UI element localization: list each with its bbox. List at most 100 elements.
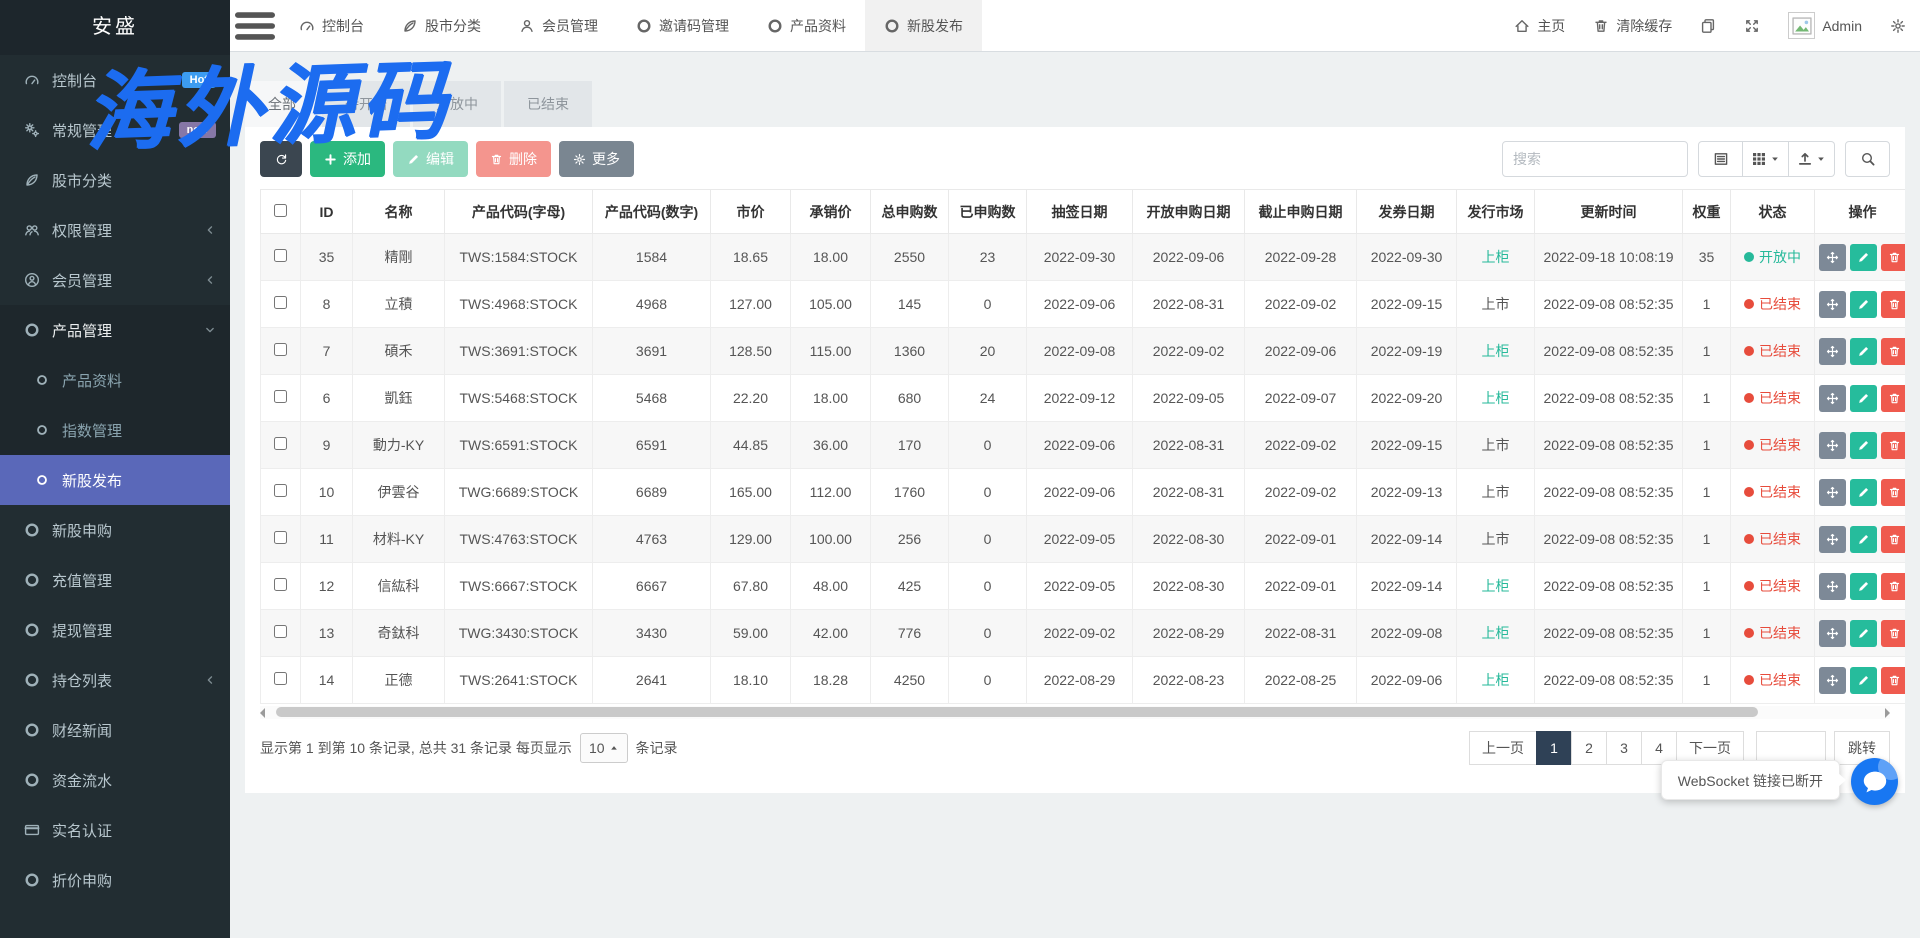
scroll-right-arrow[interactable] <box>1885 708 1890 718</box>
search-input[interactable] <box>1502 141 1688 177</box>
sidebar-item-fund-flow[interactable]: 资金流水 <box>0 755 230 805</box>
move-row-button[interactable] <box>1819 620 1846 647</box>
detail-view-button[interactable] <box>1698 141 1743 177</box>
market-link[interactable]: 上柜 <box>1482 625 1510 641</box>
filter-tab-ended[interactable]: 已结束 <box>504 81 592 127</box>
columns-button[interactable] <box>1743 141 1789 177</box>
row-checkbox[interactable] <box>274 531 287 544</box>
row-checkbox[interactable] <box>274 249 287 262</box>
edit-row-button[interactable] <box>1850 526 1877 553</box>
chat-fab-button[interactable] <box>1851 758 1898 805</box>
filter-tab-open[interactable]: 开放中 <box>413 81 501 127</box>
topnav-tab-product-info[interactable]: 产品资料 <box>748 0 865 51</box>
sidebar-item-general-management[interactable]: 常规管理 new <box>0 105 230 155</box>
row-checkbox[interactable] <box>274 437 287 450</box>
delete-row-button[interactable] <box>1881 526 1905 553</box>
edit-row-button[interactable] <box>1850 667 1877 694</box>
delete-button[interactable]: 删除 <box>476 141 551 177</box>
move-row-button[interactable] <box>1819 244 1846 271</box>
sidebar-item-members[interactable]: 会员管理 <box>0 255 230 305</box>
move-row-button[interactable] <box>1819 291 1846 318</box>
page-size-select[interactable]: 10 <box>580 733 628 763</box>
edit-row-button[interactable] <box>1850 620 1877 647</box>
edit-row-button[interactable] <box>1850 338 1877 365</box>
sidebar-item-recharge[interactable]: 充值管理 <box>0 555 230 605</box>
row-checkbox[interactable] <box>274 390 287 403</box>
add-button[interactable]: 添加 <box>310 141 385 177</box>
delete-row-button[interactable] <box>1881 385 1905 412</box>
topnav-tab-members[interactable]: 会员管理 <box>500 0 617 51</box>
clear-cache-link[interactable]: 清除缓存 <box>1579 0 1686 51</box>
scrollbar-thumb[interactable] <box>276 707 1758 717</box>
page-button-page-3[interactable]: 3 <box>1606 731 1642 765</box>
topnav-tab-new-stock-release[interactable]: 新股发布 <box>865 0 982 51</box>
delete-row-button[interactable] <box>1881 338 1905 365</box>
move-row-button[interactable] <box>1819 573 1846 600</box>
sidebar-item-permissions[interactable]: 权限管理 <box>0 205 230 255</box>
home-link[interactable]: 主页 <box>1500 0 1579 51</box>
move-row-button[interactable] <box>1819 479 1846 506</box>
delete-row-button[interactable] <box>1881 573 1905 600</box>
edit-row-button[interactable] <box>1850 244 1877 271</box>
page-button-prev[interactable]: 上一页 <box>1469 731 1537 765</box>
row-checkbox[interactable] <box>274 672 287 685</box>
select-all-checkbox[interactable] <box>274 204 287 217</box>
market-link[interactable]: 上柜 <box>1482 249 1510 265</box>
row-checkbox[interactable] <box>274 625 287 638</box>
delete-row-button[interactable] <box>1881 291 1905 318</box>
sidebar-item-finance-news[interactable]: 财经新闻 <box>0 705 230 755</box>
row-checkbox[interactable] <box>274 296 287 309</box>
topnav-tab-dashboard[interactable]: 控制台 <box>280 0 383 51</box>
edit-row-button[interactable] <box>1850 432 1877 459</box>
fullscreen-button[interactable] <box>1730 0 1774 51</box>
edit-button[interactable]: 编辑 <box>393 141 468 177</box>
sidebar-toggle-button[interactable] <box>230 0 280 51</box>
sidebar-item-dashboard[interactable]: 控制台 Hot <box>0 55 230 105</box>
move-row-button[interactable] <box>1819 385 1846 412</box>
sidebar-item-discount-subscribe[interactable]: 折价申购 <box>0 855 230 905</box>
refresh-page-button[interactable] <box>1686 0 1730 51</box>
row-checkbox[interactable] <box>274 578 287 591</box>
edit-row-button[interactable] <box>1850 573 1877 600</box>
edit-row-button[interactable] <box>1850 479 1877 506</box>
topnav-tab-invite-codes[interactable]: 邀请码管理 <box>617 0 748 51</box>
move-row-button[interactable] <box>1819 338 1846 365</box>
market-link[interactable]: 上柜 <box>1482 578 1510 594</box>
sidebar-item-product-info[interactable]: 产品资料 <box>0 355 230 405</box>
scroll-left-arrow[interactable] <box>260 708 265 718</box>
delete-row-button[interactable] <box>1881 620 1905 647</box>
filter-tab-all[interactable]: 全部 <box>245 81 319 127</box>
export-button[interactable] <box>1789 141 1835 177</box>
sidebar-item-positions[interactable]: 持仓列表 <box>0 655 230 705</box>
more-button[interactable]: 更多 <box>559 141 634 177</box>
topnav-tab-market-category[interactable]: 股市分类 <box>383 0 500 51</box>
filter-tab-pending[interactable]: 待开始 <box>322 81 410 127</box>
row-checkbox[interactable] <box>274 343 287 356</box>
row-checkbox[interactable] <box>274 484 287 497</box>
delete-row-button[interactable] <box>1881 244 1905 271</box>
sidebar-item-market-category[interactable]: 股市分类 <box>0 155 230 205</box>
refresh-button[interactable] <box>260 141 302 177</box>
delete-row-button[interactable] <box>1881 667 1905 694</box>
market-link[interactable]: 上柜 <box>1482 390 1510 406</box>
delete-row-button[interactable] <box>1881 479 1905 506</box>
page-button-page-1[interactable]: 1 <box>1536 731 1572 765</box>
search-button[interactable] <box>1845 141 1890 177</box>
edit-row-button[interactable] <box>1850 291 1877 318</box>
sidebar-item-new-stock-release[interactable]: 新股发布 <box>0 455 230 505</box>
edit-row-button[interactable] <box>1850 385 1877 412</box>
sidebar-item-new-stock-subscribe[interactable]: 新股申购 <box>0 505 230 555</box>
sidebar-item-real-name-auth[interactable]: 实名认证 <box>0 805 230 855</box>
sidebar-item-index-management[interactable]: 指数管理 <box>0 405 230 455</box>
move-row-button[interactable] <box>1819 432 1846 459</box>
move-row-button[interactable] <box>1819 526 1846 553</box>
page-button-page-2[interactable]: 2 <box>1571 731 1607 765</box>
delete-row-button[interactable] <box>1881 432 1905 459</box>
sidebar-item-withdraw[interactable]: 提现管理 <box>0 605 230 655</box>
market-link[interactable]: 上柜 <box>1482 343 1510 359</box>
admin-menu[interactable]: Admin <box>1774 0 1876 51</box>
market-link[interactable]: 上柜 <box>1482 672 1510 688</box>
settings-button[interactable] <box>1876 0 1920 51</box>
sidebar-item-products[interactable]: 产品管理 <box>0 305 230 355</box>
move-row-button[interactable] <box>1819 667 1846 694</box>
